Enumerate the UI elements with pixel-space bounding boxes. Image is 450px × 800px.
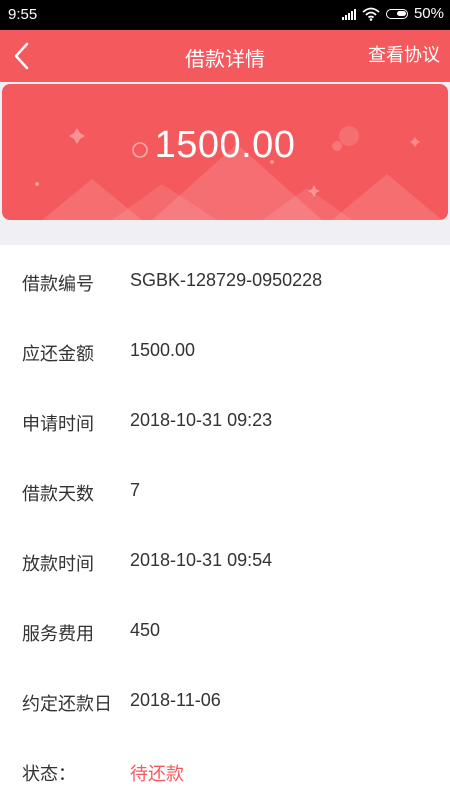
detail-row-apply-time: 申请时间 2018-10-31 09:23 [0, 385, 450, 455]
detail-label: 放款时间 [22, 554, 94, 575]
detail-label: 借款编号 [22, 274, 94, 295]
detail-value: 2018-11-06 [130, 690, 221, 710]
detail-row-service-fee: 服务费用 450 [0, 595, 450, 665]
detail-row-loan-number: 借款编号 SGBK-128729-0950228 [0, 245, 450, 315]
wifi-icon [362, 7, 380, 21]
detail-value: SGBK-128729-0950228 [130, 270, 323, 290]
loan-amount: 1500.00 [154, 124, 296, 166]
detail-row-status: 状态： 待还款 [0, 735, 450, 800]
detail-value: 2018-10-31 09:54 [130, 550, 273, 570]
detail-label: 服务费用 [22, 624, 94, 645]
status-time: 9:55 [8, 6, 38, 23]
detail-row-due-date: 约定还款日 2018-11-06 [0, 665, 450, 735]
detail-label: 约定还款日 [22, 694, 112, 715]
detail-row-loan-days: 借款天数 7 [0, 455, 450, 525]
status-bar: 9:55 50% [0, 0, 450, 30]
loan-detail-list: 借款编号 SGBK-128729-0950228 应还金额 1500.00 申请… [0, 245, 450, 800]
loan-detail-screen: 9:55 50% 借款详情 查看协议 1500.00 借款编号 SGBK-128… [0, 0, 450, 800]
detail-label: 借款天数 [22, 484, 94, 505]
detail-value: 1500.00 [130, 340, 196, 360]
detail-row-disbursement-time: 放款时间 2018-10-31 09:54 [0, 525, 450, 595]
status-icons: 50% [341, 5, 444, 22]
header-bar: 借款详情 查看协议 [0, 30, 450, 82]
detail-value: 7 [130, 480, 141, 500]
detail-label: 应还金额 [22, 344, 94, 365]
battery-icon [385, 8, 408, 19]
status-value: 待还款 [130, 764, 184, 785]
amount-card: 1500.00 [2, 84, 448, 220]
detail-value: 450 [130, 620, 161, 640]
signal-icon [341, 8, 356, 20]
detail-label: 状态： [22, 764, 76, 785]
detail-label: 申请时间 [22, 414, 94, 435]
detail-value: 2018-10-31 09:23 [130, 410, 273, 430]
detail-row-amount-due: 应还金额 1500.00 [0, 315, 450, 385]
view-agreement-button[interactable]: 查看协议 [368, 41, 440, 67]
battery-percent: 50% [413, 5, 444, 22]
